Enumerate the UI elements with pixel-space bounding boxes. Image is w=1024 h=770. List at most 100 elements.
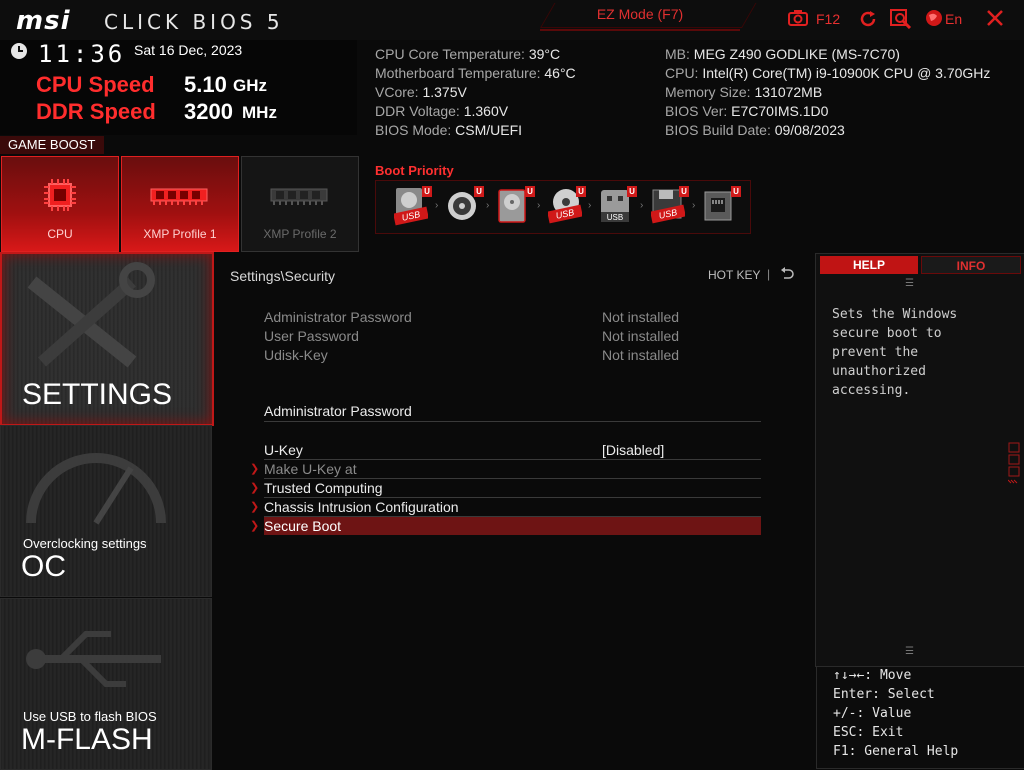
ez-mode-label: EZ Mode (F7) [596,6,684,22]
scroll-down-icon[interactable]: ☰ [905,646,914,657]
sysinfo-bios-mode: BIOS Mode: CSM/UEFI [375,122,523,138]
sysinfo-cpu: CPU: Intel(R) Core(TM) i9-10900K CPU @ 3… [665,65,991,81]
sysinfo-cpu-temp: CPU Core Temperature: 39°C [375,46,561,62]
cpu-chip-icon [42,177,78,218]
boot-separator: › [692,200,696,211]
status-row-admin-password: Administrator Password Not installed [264,309,680,325]
tab-info[interactable]: INFO [921,256,1021,274]
game-boost-label: GAME BOOST [0,136,104,154]
secure-boot-item[interactable]: ❯ Secure Boot [250,517,761,535]
network-icon[interactable]: U [703,186,741,226]
sysinfo-vcore: VCore: 1.375V [375,84,467,100]
memory-module-icon [270,183,330,212]
chevron-right-icon: ❯ [250,463,260,475]
msi-logo: msi [16,6,71,36]
sysinfo-memory-size: Memory Size: 131072MB [665,84,823,100]
cpu-speed-label: CPU Speed [36,72,155,97]
game-boost-xmp2-label: XMP Profile 2 [263,227,337,241]
sysinfo-bios-build-date: BIOS Build Date: 09/08/2023 [665,122,845,138]
ez-mode-button[interactable]: EZ Mode (F7) [540,3,740,31]
refresh-icon[interactable] [858,9,878,34]
hdd-icon[interactable]: U [497,186,535,226]
chevron-right-icon: ❯ [250,501,260,513]
clock-date: Sat 16 Dec, 2023 [134,42,243,58]
language-label[interactable]: En [945,11,962,27]
uefi-badge: U [576,186,586,197]
search-icon[interactable] [890,9,912,34]
help-text: Sets the Windows secure boot to prevent … [832,307,958,398]
chevron-right-icon: ❯ [250,520,260,532]
clock-icon [10,42,28,65]
status-row-udisk-key: Udisk-Key Not installed [264,347,680,363]
product-title: CLICK BIOS 5 [104,10,284,34]
uefi-badge: U [422,186,432,197]
globe-icon[interactable] [925,9,943,32]
boot-priority-label: Boot Priority [375,163,454,178]
usb-floppy-icon[interactable]: USB U [650,186,689,226]
menu-mflash[interactable]: Use USB to flash BIOS M-FLASH [0,598,212,770]
menu-oc-caption: Overclocking settings [23,536,147,551]
uefi-badge: U [474,186,484,197]
panel-collapse-handle[interactable] [1007,442,1020,495]
key-legend-move: ↑↓→←: Move [833,668,912,683]
memory-module-icon [150,183,210,212]
tools-icon [12,262,172,377]
make-ukey-item[interactable]: ❯ Make U-Key at [250,460,761,479]
camera-icon[interactable] [788,9,808,32]
uefi-badge: U [627,186,637,197]
chevron-right-icon: ❯ [250,482,260,494]
key-legend-exit: ESC: Exit [833,725,904,740]
ddr-speed-label: DDR Speed [36,99,156,124]
uefi-badge: U [525,186,535,197]
game-boost-xmp1-label: XMP Profile 1 [143,227,217,241]
usb-icon [21,619,171,704]
screenshot-key-label[interactable]: F12 [816,11,840,27]
breadcrumb: Settings\Security [230,268,336,284]
usb-hdd-icon[interactable]: USB U [393,186,432,226]
game-boost-xmp1-button[interactable]: XMP Profile 1 [121,156,239,252]
boot-separator: › [588,200,592,211]
back-icon[interactable] [780,267,794,286]
tab-help[interactable]: HELP [820,256,918,274]
uefi-badge: U [731,186,741,197]
game-boost-cpu-label: CPU [47,227,73,241]
divider: | [767,267,771,281]
menu-oc[interactable]: Overclocking settings OC [0,425,212,597]
menu-settings[interactable]: SETTINGS [0,252,214,426]
game-boost-xmp2-button[interactable]: XMP Profile 2 [241,156,359,252]
clock-time: 11:36 [38,40,126,68]
speedometer-icon [21,438,171,533]
key-legend: ↑↓→←: Move Enter: Select +/-: Value ESC:… [816,666,1024,769]
chassis-intrusion-item[interactable]: ❯ Chassis Intrusion Configuration [250,498,761,517]
optical-disc-icon[interactable]: U [446,186,484,226]
ddr-speed-value: 3200 [184,99,233,124]
boot-separator: › [640,200,644,211]
usb-key-icon[interactable]: USB U [599,186,637,226]
key-legend-select: Enter: Select [833,687,935,702]
ukey-item[interactable]: U-Key [Disabled] [264,441,761,460]
sysinfo-mb-temp: Motherboard Temperature: 46°C [375,65,576,81]
admin-password-item[interactable]: Administrator Password [264,403,761,422]
menu-oc-label: OC [21,550,66,583]
hotkey-button[interactable]: HOT KEY [708,268,760,282]
sysinfo-mb: MB: MEG Z490 GODLIKE (MS-7C70) [665,46,900,62]
trusted-computing-item[interactable]: ❯ Trusted Computing [250,479,761,498]
menu-mflash-caption: Use USB to flash BIOS [23,709,157,724]
scroll-up-icon[interactable]: ☰ [905,278,914,289]
key-legend-help: F1: General Help [833,744,959,759]
boot-separator: › [435,200,439,211]
uefi-badge: U [679,186,689,197]
ddr-speed-unit: MHz [242,103,277,122]
close-icon[interactable] [985,8,1005,33]
boot-separator: › [537,200,541,211]
boot-separator: › [486,200,490,211]
svg-text:USB: USB [607,213,623,222]
cpu-speed-unit: GHz [233,76,267,95]
menu-mflash-label: M-FLASH [21,723,153,756]
cpu-speed-value: 5.10 [184,72,227,97]
usb-cd-icon[interactable]: USB U [547,186,586,226]
menu-settings-label: SETTINGS [22,378,173,411]
game-boost-cpu-button[interactable]: CPU [1,156,119,252]
sysinfo-ddr-voltage: DDR Voltage: 1.360V [375,103,509,119]
status-row-user-password: User Password Not installed [264,328,680,344]
